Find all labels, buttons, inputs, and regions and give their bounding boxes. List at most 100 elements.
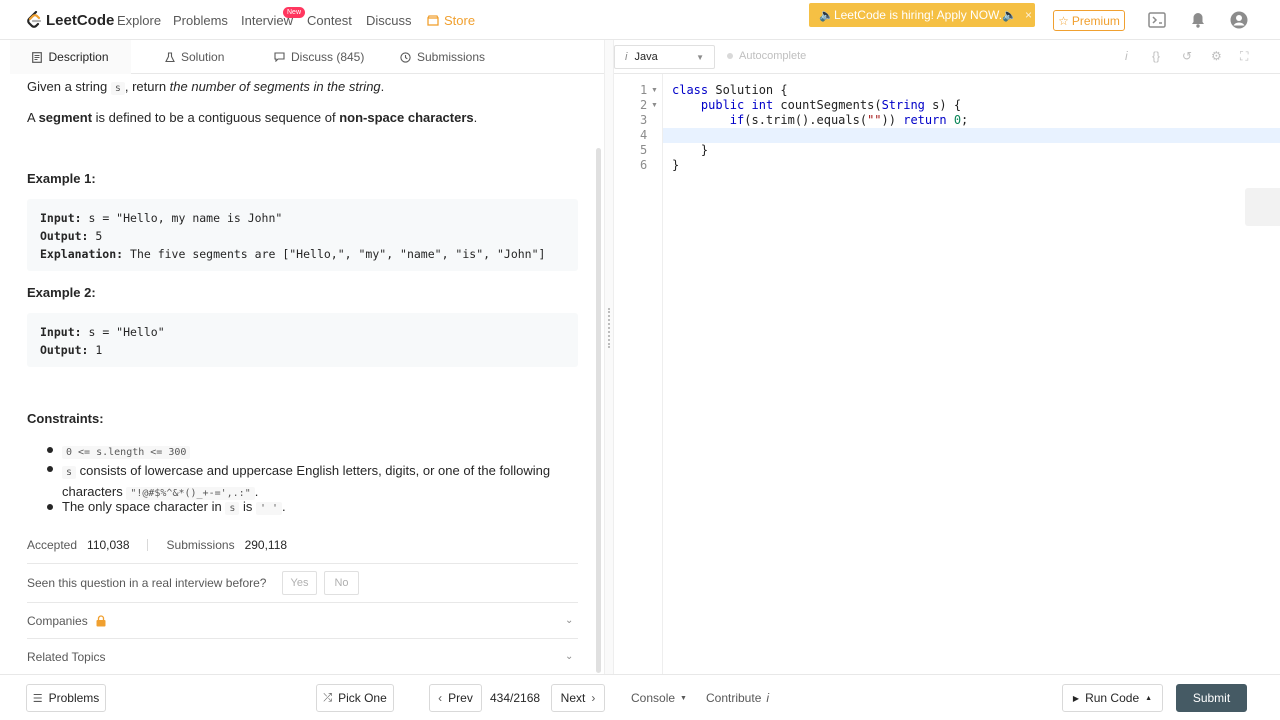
bullet (47, 504, 53, 510)
autocomplete-toggle[interactable]: Autocomplete (727, 50, 806, 62)
pick-one-label: Pick One (338, 691, 387, 705)
shuffle-icon: ⤮ (323, 691, 333, 704)
store-icon (427, 15, 439, 26)
info-icon: i (766, 691, 770, 705)
problems-button[interactable]: ☰ Problems (26, 684, 106, 712)
companies-section[interactable]: Companies (27, 614, 106, 628)
side-panel-tab[interactable] (1245, 188, 1280, 226)
divider (27, 602, 578, 603)
next-button[interactable]: Next › (551, 684, 605, 712)
star-icon: ☆ (1058, 13, 1069, 28)
bell-icon[interactable] (1188, 10, 1208, 30)
caret-down-icon: ▼ (680, 694, 687, 702)
hiring-text: 🔈LeetCode is hiring! Apply NOW.🔈 (819, 8, 1017, 22)
tab-solution-label: Solution (181, 50, 225, 64)
contribute-link[interactable]: Contribute i (706, 691, 769, 705)
example-output: Output: 1 (40, 341, 565, 359)
tab-description[interactable]: Description (10, 40, 131, 74)
language-select[interactable]: i Java ▼ (614, 45, 715, 69)
constraint-text: is (239, 499, 256, 514)
drag-handle-icon[interactable] (608, 308, 610, 348)
prev-button[interactable]: ‹ Prev (429, 684, 482, 712)
hiring-banner[interactable]: 🔈LeetCode is hiring! Apply NOW.🔈 × (809, 3, 1035, 27)
fold-icon[interactable]: ▼ (651, 87, 658, 94)
list-icon: ☰ (32, 692, 43, 705)
leetcode-logo[interactable]: LeetCode (26, 11, 114, 29)
line-number: 2 (640, 98, 648, 112)
caret-down-icon: ▼ (696, 52, 704, 62)
example-explanation: Explanation: The five segments are ["Hel… (40, 245, 565, 263)
chevron-down-icon[interactable]: ⌄ (565, 651, 573, 662)
play-icon: ▶ (1072, 693, 1080, 703)
line-number: 4 (640, 128, 648, 142)
def-text: A (27, 110, 39, 125)
code-line[interactable]: public int countSegments(String s) { (672, 98, 961, 112)
inline-code: ' ' (255, 502, 283, 515)
console-toggle[interactable]: Console ▼ (631, 691, 687, 705)
constraint-text: The only space character in (62, 499, 226, 514)
code-line[interactable]: } (672, 158, 679, 172)
code-line[interactable]: } (672, 143, 708, 157)
nav-store[interactable]: Store (427, 13, 475, 28)
tab-solution[interactable]: Solution (165, 40, 224, 74)
settings-icon[interactable]: ⚙ (1211, 49, 1222, 63)
description-scrollbar[interactable] (596, 148, 601, 673)
constraint-text: consists of lowercase and uppercase Engl… (76, 463, 551, 478)
inline-code: s (110, 82, 125, 95)
label: Output: (40, 229, 89, 243)
problems-label: Problems (48, 691, 100, 705)
premium-button[interactable]: ☆ Premium (1053, 10, 1125, 31)
premium-label: Premium (1071, 13, 1120, 28)
run-code-button[interactable]: ▶ Run Code ▲ (1062, 684, 1163, 712)
line-gutter: 1 ▼ 2 ▼ 3 4 5 6 (614, 74, 663, 674)
label: Explanation: (40, 247, 124, 261)
chevron-down-icon[interactable]: ⌄ (565, 615, 573, 626)
submissions-label: Submissions (166, 538, 235, 552)
contribute-label: Contribute (706, 691, 762, 705)
prev-label: Prev (448, 691, 473, 705)
autocomplete-label: Autocomplete (739, 50, 807, 62)
avatar-icon[interactable] (1229, 10, 1249, 30)
playground-icon[interactable] (1147, 10, 1167, 30)
related-topics-section[interactable]: Related Topics (27, 650, 106, 664)
comment-icon (274, 52, 285, 62)
fullscreen-icon[interactable]: ⛶ (1240, 49, 1248, 64)
inline-code: s (62, 466, 77, 479)
tab-submissions[interactable]: Submissions (400, 40, 485, 74)
problem-tabs: Description Solution Discuss (845) Submi… (10, 40, 604, 74)
info-icon: i (625, 51, 628, 63)
intro-text: Given a string (27, 79, 111, 94)
value: The five segments are ["Hello,", "my", "… (123, 247, 546, 261)
info-icon[interactable]: i (1125, 49, 1128, 63)
tab-discuss[interactable]: Discuss (845) (274, 40, 364, 74)
braces-icon[interactable]: {} (1152, 49, 1160, 63)
intro-emphasis: the number of segments in the string (169, 79, 381, 94)
editor-toolbar: i Java ▼ Autocomplete i {} ↺ ⚙ ⛶ (614, 40, 1280, 74)
value: s = "Hello, my name is John" (81, 211, 283, 225)
constraint-text: . (254, 484, 259, 499)
problem-description: Given a string s, return the number of s… (10, 74, 604, 674)
pick-one-button[interactable]: ⤮ Pick One (316, 684, 394, 712)
tab-discuss-label: Discuss (845) (291, 50, 365, 64)
nav-problems[interactable]: Problems (173, 13, 228, 28)
constraint-1: 0 <= s.length <= 300 (62, 443, 191, 459)
fold-icon[interactable]: ▼ (651, 102, 658, 109)
nav-discuss[interactable]: Discuss (366, 13, 412, 28)
reset-icon[interactable]: ↺ (1182, 49, 1192, 63)
pane-splitter[interactable] (604, 40, 614, 674)
submit-button[interactable]: Submit (1176, 684, 1247, 712)
active-line-highlight (663, 128, 1280, 143)
close-icon[interactable]: × (1025, 8, 1032, 22)
yes-button[interactable]: Yes (282, 571, 317, 595)
code-line[interactable]: class Solution { (672, 83, 788, 97)
nav-explore[interactable]: Explore (117, 13, 161, 28)
bullet (47, 447, 53, 453)
no-button[interactable]: No (324, 571, 359, 595)
document-icon (32, 51, 43, 63)
segment-definition: A segment is defined to be a contiguous … (27, 110, 477, 125)
chevron-right-icon: › (591, 691, 596, 705)
next-label: Next (560, 691, 586, 705)
nav-contest[interactable]: Contest (307, 13, 352, 28)
code-line[interactable]: if(s.trim().equals("")) return 0; (672, 113, 968, 127)
line-number: 3 (640, 113, 648, 127)
